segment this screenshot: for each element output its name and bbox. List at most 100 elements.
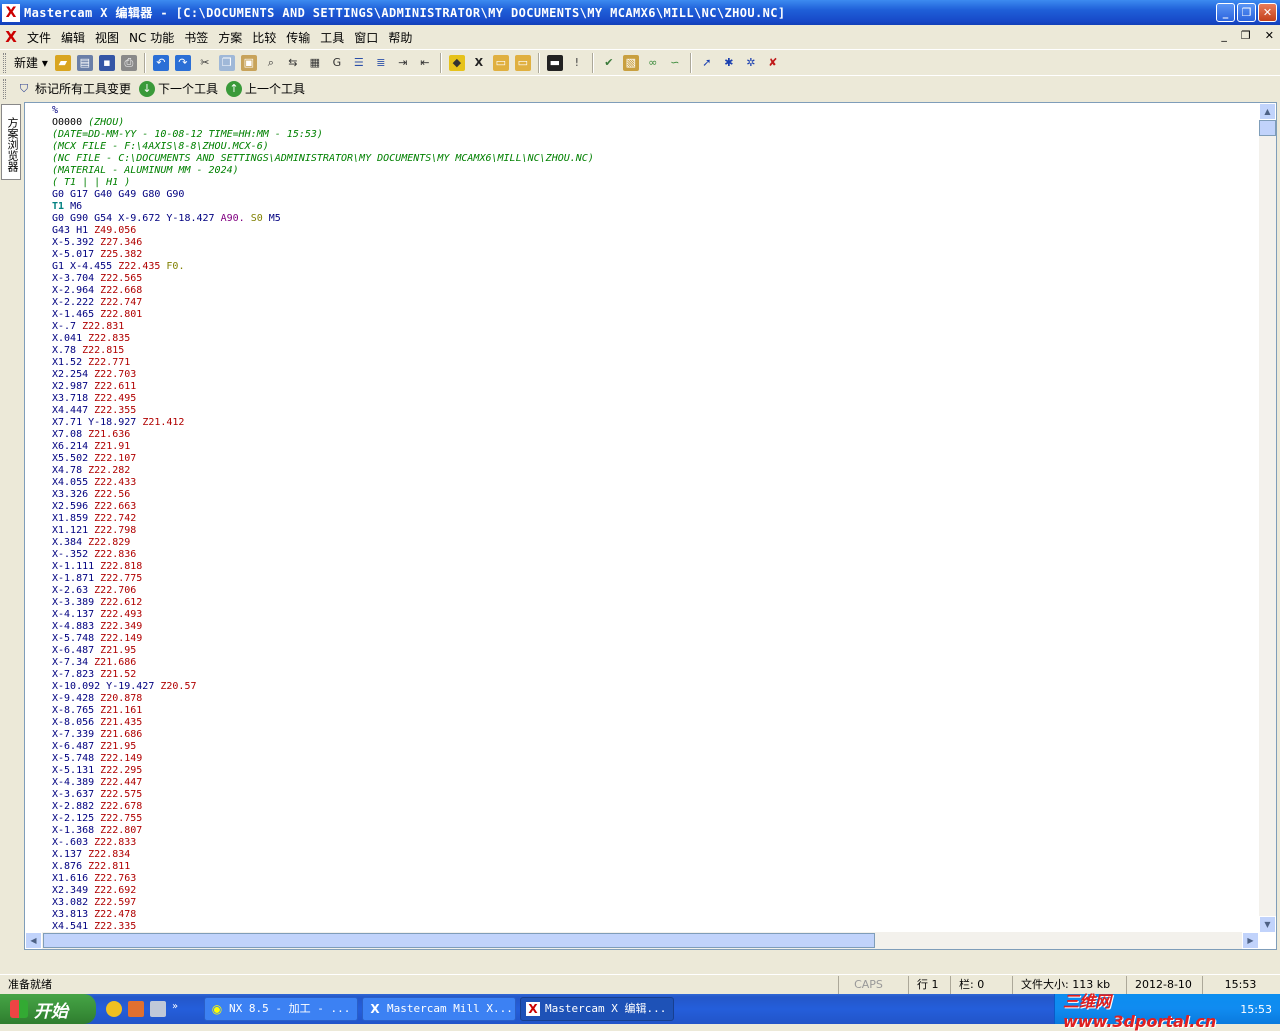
code-line[interactable]: X-4.137 Z22.493 (52, 609, 1252, 621)
vertical-scroll-thumb[interactable] (1259, 120, 1276, 136)
code-line[interactable]: G43 H1 Z49.056 (52, 225, 1252, 237)
code-line[interactable]: X1.52 Z22.771 (52, 357, 1252, 369)
code-line[interactable]: X4.447 Z22.355 (52, 405, 1252, 417)
goto-line-icon[interactable]: G (326, 52, 348, 74)
code-line[interactable]: X-5.392 Z27.346 (52, 237, 1252, 249)
code-line[interactable]: X5.502 Z22.107 (52, 453, 1252, 465)
document-quick-icon[interactable] (150, 1001, 166, 1017)
goto-icon[interactable]: ▦ (304, 52, 326, 74)
link-icon[interactable]: ∞ (642, 52, 664, 74)
code-line[interactable]: % (52, 105, 1252, 117)
code-line[interactable]: X-8.056 Z21.435 (52, 717, 1252, 729)
horizontal-scrollbar[interactable]: ◀ ▶ (25, 932, 1259, 949)
backplot-step-icon[interactable]: ✱ (718, 52, 740, 74)
backplot-stop-icon[interactable]: ✘ (762, 52, 784, 74)
highlight-icon[interactable]: ◆ (446, 52, 468, 74)
menu-bookmark[interactable]: 书签 (179, 29, 213, 46)
task-mastercam-mill[interactable]: X Mastercam Mill X... (362, 997, 516, 1021)
restore-button[interactable]: ❐ (1237, 3, 1256, 22)
code-line[interactable]: X2.349 Z22.692 (52, 885, 1252, 897)
code-line[interactable]: X-1.871 Z22.775 (52, 573, 1252, 585)
code-line[interactable]: X-4.883 Z22.349 (52, 621, 1252, 633)
horizontal-scroll-thumb[interactable] (43, 933, 875, 948)
vertical-scrollbar[interactable]: ▲ ▼ (1259, 103, 1276, 933)
code-line[interactable]: X-4.389 Z22.447 (52, 777, 1252, 789)
code-line[interactable]: X.384 Z22.829 (52, 537, 1252, 549)
code-line[interactable]: X3.718 Z22.495 (52, 393, 1252, 405)
document-icon[interactable]: X (0, 28, 22, 46)
code-line[interactable]: X-7.823 Z21.52 (52, 669, 1252, 681)
code-line[interactable]: X-1.111 Z22.818 (52, 561, 1252, 573)
menu-compare[interactable]: 比较 (247, 29, 281, 46)
menu-transfer[interactable]: 传输 (281, 29, 315, 46)
code-line[interactable]: X-3.704 Z22.565 (52, 273, 1252, 285)
code-line[interactable]: X-6.487 Z21.95 (52, 645, 1252, 657)
close-button[interactable]: ✕ (1258, 3, 1277, 22)
code-line[interactable]: X-1.465 Z22.801 (52, 309, 1252, 321)
code-line[interactable]: X1.121 Z22.798 (52, 525, 1252, 537)
code-line[interactable]: X2.987 Z22.611 (52, 381, 1252, 393)
paste-icon[interactable]: ▣ (238, 52, 260, 74)
menu-view[interactable]: 视图 (90, 29, 124, 46)
receive-icon[interactable]: ▧ (620, 52, 642, 74)
mastercam-x-icon[interactable]: X (468, 52, 490, 74)
code-line[interactable]: ( T1 | | H1 ) (52, 177, 1252, 189)
code-line[interactable]: X2.596 Z22.663 (52, 501, 1252, 513)
prev-tool-icon[interactable]: ↑ (226, 80, 243, 97)
console-icon[interactable]: ▬ (544, 52, 566, 74)
new-button[interactable]: 新建 ▾ (10, 54, 52, 71)
menu-edit[interactable]: 编辑 (56, 29, 90, 46)
tray-clock[interactable]: 15:53 (1240, 1003, 1272, 1016)
mark-all-tool-changes-button[interactable]: 标记所有工具变更 (35, 80, 131, 97)
code-line[interactable]: X-6.487 Z21.95 (52, 741, 1252, 753)
menu-nc-function[interactable]: NC 功能 (124, 29, 179, 46)
prev-tool-button[interactable]: 上一个工具 (245, 80, 305, 97)
code-line[interactable]: X-7.34 Z21.686 (52, 657, 1252, 669)
project-browser-tab[interactable]: 方案浏览器 (1, 104, 21, 180)
code-line[interactable]: X-2.63 Z22.706 (52, 585, 1252, 597)
scroll-down-icon[interactable]: ▼ (1259, 916, 1276, 933)
code-line[interactable]: X.876 Z22.811 (52, 861, 1252, 873)
code-line[interactable]: X-5.131 Z22.295 (52, 765, 1252, 777)
next-tool-icon[interactable]: ↓ (139, 80, 156, 97)
code-line[interactable]: X1.616 Z22.763 (52, 873, 1252, 885)
code-line[interactable]: X-5.748 Z22.149 (52, 753, 1252, 765)
scroll-left-icon[interactable]: ◀ (25, 932, 42, 949)
code-line[interactable]: O0000 (ZHOU) (52, 117, 1252, 129)
info-icon[interactable]: ! (566, 52, 588, 74)
code-line[interactable]: G0 G17 G40 G49 G80 G90 (52, 189, 1252, 201)
mdi-minimize-button[interactable]: _ (1221, 29, 1227, 42)
code-line[interactable]: X-1.368 Z22.807 (52, 825, 1252, 837)
task-nx[interactable]: ◉ NX 8.5 - 加工 - ... (204, 997, 358, 1021)
code-line[interactable]: X3.813 Z22.478 (52, 909, 1252, 921)
send-icon[interactable]: ✔ (598, 52, 620, 74)
cut-icon[interactable]: ✂ (194, 52, 216, 74)
menu-file[interactable]: 文件 (22, 29, 56, 46)
code-line[interactable]: X-2.125 Z22.755 (52, 813, 1252, 825)
code-line[interactable]: X-.352 Z22.836 (52, 549, 1252, 561)
code-line[interactable]: X1.859 Z22.742 (52, 513, 1252, 525)
next-tool-button[interactable]: 下一个工具 (158, 80, 218, 97)
print-icon[interactable]: ⎙ (118, 52, 140, 74)
code-line[interactable]: (DATE=DD-MM-YY - 10-08-12 TIME=HH:MM - 1… (52, 129, 1252, 141)
code-line[interactable]: X-.7 Z22.831 (52, 321, 1252, 333)
menu-tools[interactable]: 工具 (315, 29, 349, 46)
indent-icon[interactable]: ⇥ (392, 52, 414, 74)
start-button[interactable]: 开始 (0, 994, 96, 1024)
minimize-button[interactable]: _ (1216, 3, 1235, 22)
backplot-icon[interactable]: ➚ (696, 52, 718, 74)
code-line[interactable]: X7.71 Y-18.927 Z21.412 (52, 417, 1252, 429)
undo-icon[interactable]: ↶ (150, 52, 172, 74)
code-line[interactable]: T1 M6 (52, 201, 1252, 213)
code-line[interactable]: X4.055 Z22.433 (52, 477, 1252, 489)
code-line[interactable]: X-.603 Z22.833 (52, 837, 1252, 849)
menu-window[interactable]: 窗口 (349, 29, 383, 46)
code-line[interactable]: X-5.017 Z25.382 (52, 249, 1252, 261)
media-icon[interactable] (128, 1001, 144, 1017)
renumber-icon[interactable]: ☰ (348, 52, 370, 74)
scroll-right-icon[interactable]: ▶ (1242, 932, 1259, 949)
copy-icon[interactable]: ❐ (216, 52, 238, 74)
scroll-up-icon[interactable]: ▲ (1259, 103, 1276, 120)
browser-icon[interactable] (106, 1001, 122, 1017)
code-line[interactable]: X3.326 Z22.56 (52, 489, 1252, 501)
